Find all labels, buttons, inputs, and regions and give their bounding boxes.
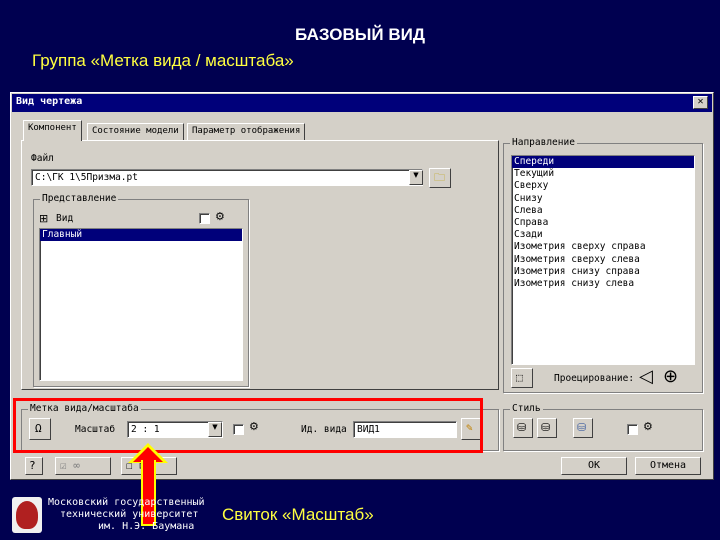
direction-title: Направление <box>510 137 577 148</box>
style-shaded-button[interactable]: ⛁ <box>573 418 593 438</box>
university-line-2: технический университет <box>60 509 199 520</box>
university-emblem-icon <box>16 501 38 529</box>
direction-item[interactable]: Спереди <box>512 156 694 169</box>
slide-title: БАЗОВЫЙ ВИД <box>295 25 425 44</box>
direction-item[interactable]: Сзади <box>512 229 694 241</box>
tab-component[interactable]: Компонент <box>23 120 82 141</box>
direction-list: Спереди Текущий Сверху Снизу Слева Справа Сзад… <box>511 155 695 365</box>
direction-item[interactable]: Слева <box>512 205 694 217</box>
cylinder-icon: ⛁ <box>541 421 551 434</box>
projection-cone-icon[interactable]: ◁ <box>639 368 653 386</box>
options-button[interactable]: ☑ ∞ <box>55 457 111 475</box>
tab-model-state[interactable]: Состояние модели <box>87 123 184 140</box>
dialog-title: Вид чертежа <box>16 96 83 107</box>
file-label: Файл <box>31 153 54 164</box>
representation-list: Главный <box>39 228 243 381</box>
open-file-button[interactable]: 🗀 <box>429 168 451 188</box>
direction-item[interactable]: Справа <box>512 217 694 229</box>
university-line-3: им. Н.Э. Баумана <box>98 521 195 532</box>
style-group: Стиль <box>503 403 703 451</box>
tab-display-options[interactable]: Параметр отображения <box>187 123 306 140</box>
university-line-1: Московский государственный <box>48 497 205 508</box>
cancel-button[interactable]: Отмена <box>635 457 701 475</box>
style-hidden-lines-button[interactable]: ⛁ <box>513 418 533 438</box>
help-icon: ? <box>29 459 36 472</box>
view-label: Вид <box>56 213 74 224</box>
direction-item[interactable]: Изометрия снизу справа <box>512 266 694 278</box>
cylinder-shaded-icon: ⛁ <box>577 421 587 434</box>
representation-item-main[interactable]: Главный <box>40 229 242 242</box>
folder-icon: 🗀 <box>434 171 445 184</box>
direction-item[interactable]: Изометрия снизу слева <box>512 278 694 290</box>
view-checkbox[interactable] <box>199 213 210 224</box>
style-visible-lines-button[interactable]: ⛁ <box>537 418 557 438</box>
projection-label: Проецирование: <box>554 373 635 384</box>
style-title: Стиль <box>510 403 543 414</box>
direction-item[interactable]: Снизу <box>512 193 694 205</box>
cube-icon: ⬚ <box>516 371 523 384</box>
direction-item[interactable]: Изометрия сверху слева <box>512 254 694 266</box>
projection-target-icon[interactable]: ⊕ <box>663 368 678 386</box>
dialog-titlebar[interactable]: Вид чертежа ✕ <box>12 94 712 112</box>
university-name: Московский государственный технический у… <box>48 497 205 533</box>
hierarchy-icon: ⊞ <box>39 212 49 225</box>
help-button[interactable]: ? <box>25 457 43 475</box>
slide-caption: Свиток «Масштаб» <box>222 505 374 524</box>
glasses-icon: ☑ ∞ <box>60 459 80 472</box>
file-dropdown-arrow[interactable]: ▼ <box>409 170 423 185</box>
ok-button[interactable]: ОК <box>561 457 627 475</box>
settings-icon[interactable]: ⚙ <box>215 211 225 222</box>
scale-highlight-frame <box>13 398 483 453</box>
slide-subtitle: Группа «Метка вида / масштаба» <box>32 51 294 70</box>
direction-item[interactable]: Сверху <box>512 180 694 192</box>
close-button[interactable]: ✕ <box>693 96 708 109</box>
direction-item[interactable]: Текущий <box>512 168 694 180</box>
cylinder-hidden-icon: ⛁ <box>517 421 527 434</box>
style-checkbox[interactable] <box>627 424 638 435</box>
representation-title: Представление <box>40 193 119 204</box>
file-field[interactable]: C:\ГК 1\5Призма.pt <box>31 169 423 186</box>
direction-item[interactable]: Изометрия сверху справа <box>512 241 694 253</box>
custom-view-button[interactable]: ⬚ <box>511 368 533 388</box>
style-settings-icon[interactable]: ⚙ <box>643 421 653 432</box>
